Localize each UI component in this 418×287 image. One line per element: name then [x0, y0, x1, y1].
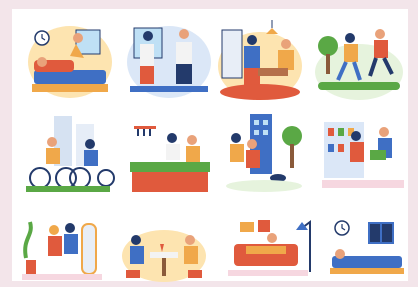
scene-grocery-shopping — [322, 122, 404, 188]
border-right — [408, 0, 418, 287]
scene-cooking-kitchen — [218, 20, 302, 100]
scene-cooking-together — [130, 126, 210, 192]
scene-dinner-date — [122, 230, 206, 282]
tree-icon — [318, 36, 338, 56]
scene-couch-relaxing — [228, 220, 311, 276]
scene-getting-dressed — [127, 26, 211, 98]
scene-cycling-city — [26, 116, 115, 192]
border-left — [0, 0, 12, 287]
pan-icon — [137, 128, 151, 136]
scene-jogging-park — [315, 29, 403, 100]
scene-waking-up-bed — [28, 26, 112, 98]
scene-sleeping-night — [330, 220, 404, 274]
lamp-icon — [266, 28, 278, 34]
scene-mirror-outfit — [22, 221, 102, 280]
border-top — [0, 0, 418, 9]
mirror-icon — [81, 223, 97, 275]
scene-walking-dog — [226, 114, 302, 192]
bicycle-icon — [29, 167, 51, 189]
